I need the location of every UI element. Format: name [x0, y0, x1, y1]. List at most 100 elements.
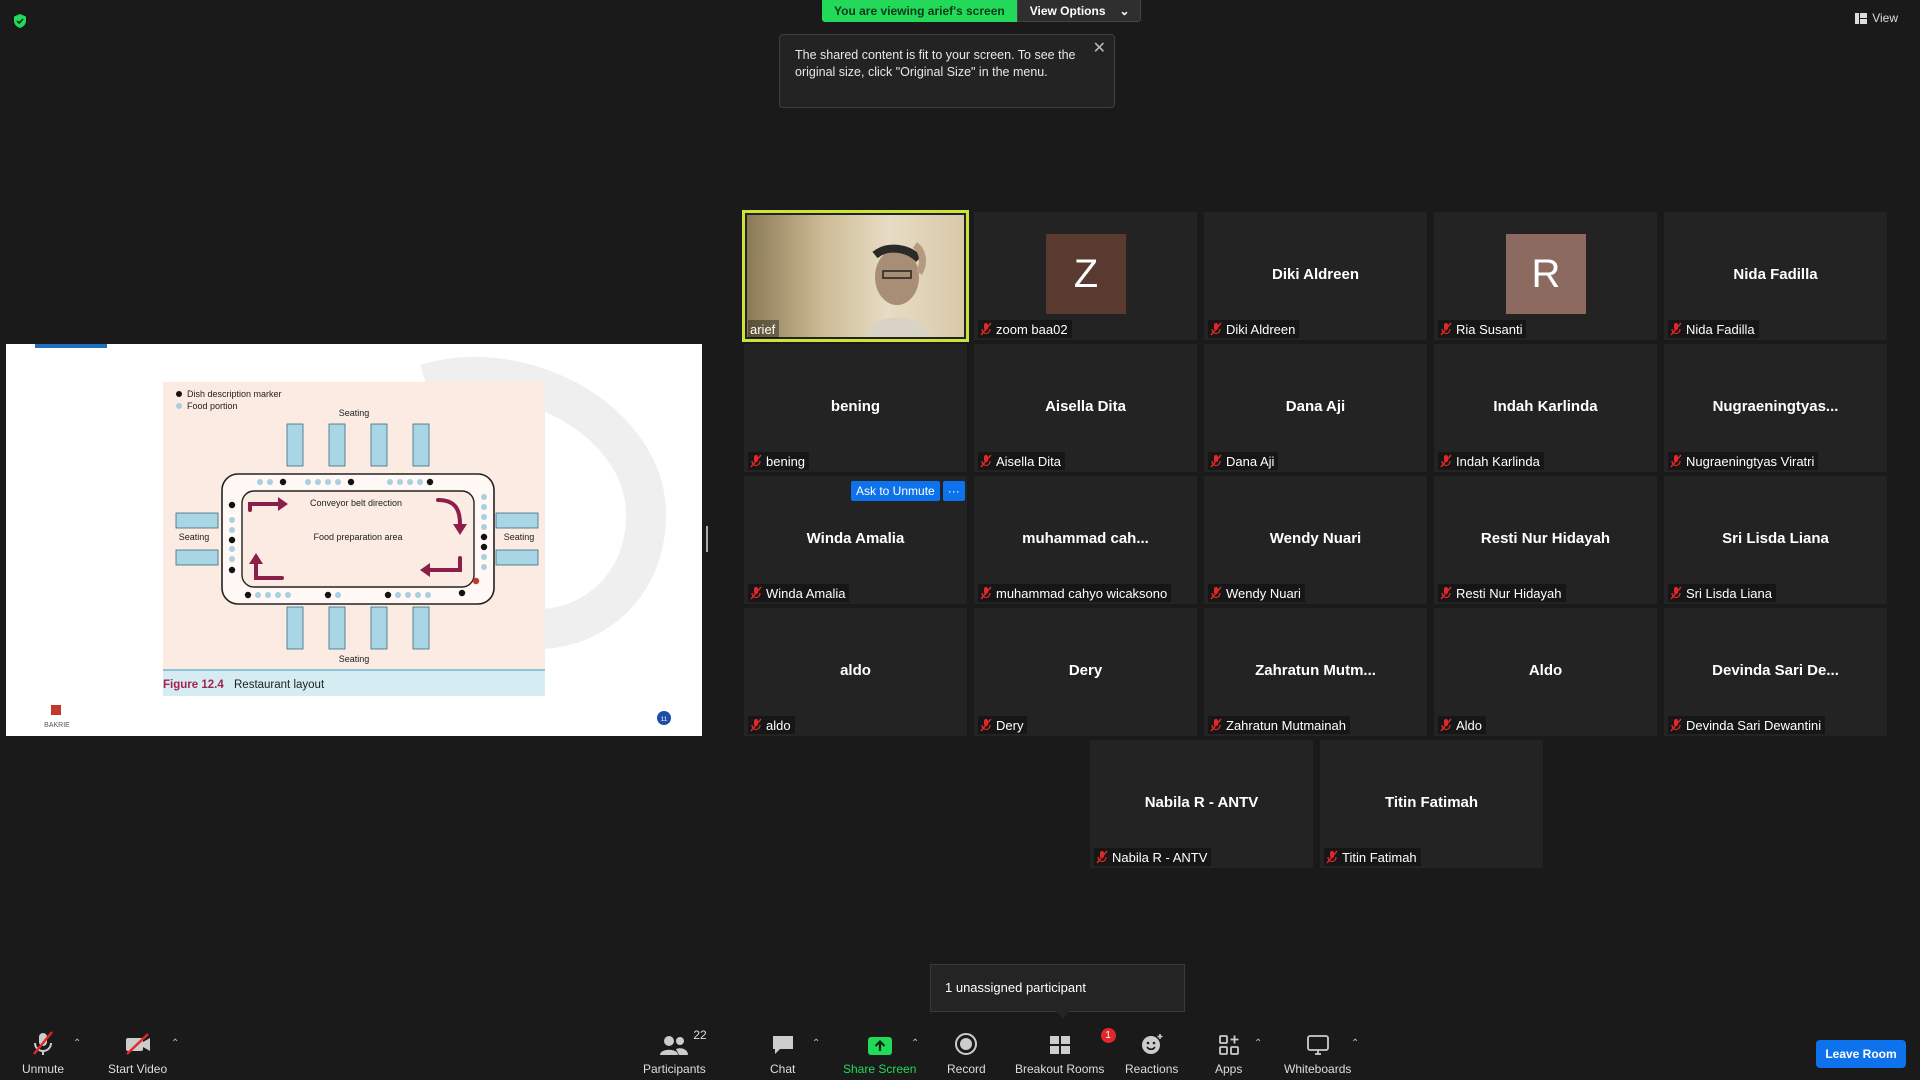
ask-to-unmute-button[interactable]: Ask to Unmute: [851, 481, 940, 501]
ask-unmute-group: Ask to Unmute ···: [851, 481, 965, 501]
participant-name: aldo: [766, 717, 791, 733]
participant-name: Dery: [996, 717, 1024, 733]
reactions-button[interactable]: Reactions: [1125, 1028, 1178, 1076]
participant-name: zoom baa02: [996, 321, 1068, 337]
participant-name: Wendy Nuari: [1226, 585, 1301, 601]
whiteboards-label: Whiteboards: [1284, 1062, 1352, 1076]
participant-name-tag: Zahratun Mutmainah: [1208, 716, 1350, 734]
start-video-label: Start Video: [108, 1062, 168, 1076]
participant-name-tag: arief: [748, 320, 780, 338]
participant-name-tag: Sri Lisda Liana: [1668, 584, 1776, 602]
whiteboards-options-caret[interactable]: ⌃: [1351, 1038, 1359, 1049]
microphone-muted-icon: [1210, 586, 1222, 600]
breakout-rooms-button[interactable]: 1 Breakout Rooms: [1015, 1028, 1116, 1076]
audio-options-caret[interactable]: ⌃: [73, 1038, 81, 1049]
participant-tile[interactable]: bening bening: [744, 344, 967, 472]
chat-options-caret[interactable]: ⌃: [812, 1038, 820, 1049]
participant-name: Aisella Dita: [996, 453, 1062, 469]
participant-tile[interactable]: muhammad cah... muhammad cahyo wicaksono: [974, 476, 1197, 604]
record-label: Record: [947, 1062, 986, 1076]
participant-display-name: Zahratun Mutm...: [1255, 662, 1376, 679]
apps-options-caret[interactable]: ⌃: [1254, 1038, 1262, 1049]
participant-name: Nida Fadilla: [1686, 321, 1755, 337]
whiteboard-icon: [1306, 1035, 1329, 1055]
grid-view-icon: [1855, 12, 1868, 24]
participant-tile[interactable]: Sri Lisda Liana Sri Lisda Liana: [1664, 476, 1887, 604]
participant-tile[interactable]: R Ria Susanti: [1434, 212, 1657, 340]
figure-title: Restaurant layout: [234, 679, 325, 691]
microphone-muted-icon: [1326, 850, 1338, 864]
whiteboards-button[interactable]: Whiteboards: [1284, 1028, 1351, 1076]
breakout-rooms-label: Breakout Rooms: [1015, 1062, 1105, 1076]
participant-tile[interactable]: Devinda Sari De... Devinda Sari Dewantini: [1664, 608, 1887, 736]
unmute-button[interactable]: Unmute: [22, 1028, 64, 1076]
view-label: View: [1872, 11, 1898, 25]
participant-tile[interactable]: Zzoom baa02: [974, 212, 1197, 340]
video-off-icon: [125, 1033, 150, 1055]
popup-caret: [1056, 1011, 1070, 1019]
viewing-label: You are viewing arief's screen: [822, 0, 1017, 22]
view-options-button[interactable]: View Options ⌄: [1016, 0, 1141, 22]
chat-button[interactable]: Chat: [770, 1028, 795, 1076]
participant-name: Devinda Sari Dewantini: [1686, 717, 1822, 733]
participant-display-name: Resti Nur Hidayah: [1480, 530, 1611, 547]
encryption-shield-icon[interactable]: [12, 13, 28, 29]
participant-tile[interactable]: Nabila R - ANTV Nabila R - ANTV: [1090, 740, 1313, 868]
participant-tile[interactable]: Nugraeningtyas... Nugraeningtyas Viratri: [1664, 344, 1887, 472]
participant-name: Sri Lisda Liana: [1686, 585, 1772, 601]
prep-label: Food preparation area: [313, 532, 402, 542]
participant-name-tag: Resti Nur Hidayah: [1438, 584, 1566, 602]
microphone-muted-icon: [980, 718, 992, 732]
share-options-caret[interactable]: ⌃: [911, 1038, 919, 1049]
participant-tile[interactable]: Aldo Aldo: [1434, 608, 1657, 736]
participants-icon: [660, 1036, 689, 1055]
participant-tile[interactable]: aldo aldo: [744, 608, 967, 736]
participant-tile[interactable]: arief: [742, 210, 969, 342]
participant-tile[interactable]: Resti Nur Hidayah Resti Nur Hidayah: [1434, 476, 1657, 604]
participant-tile[interactable]: Zahratun Mutm... Zahratun Mutmainah: [1204, 608, 1427, 736]
page-number: 11: [661, 717, 668, 723]
participant-display-name: Sri Lisda Liana: [1722, 530, 1829, 547]
participant-tile[interactable]: Diki Aldreen Diki Aldreen: [1204, 212, 1427, 340]
more-options-button[interactable]: ···: [942, 481, 965, 501]
participant-tile[interactable]: Wendy Nuari Wendy Nuari: [1204, 476, 1427, 604]
microphone-muted-icon: [1670, 454, 1682, 468]
apps-button[interactable]: Apps: [1215, 1028, 1242, 1076]
resize-handle[interactable]: [706, 526, 708, 552]
participant-display-name: Nabila R - ANTV: [1144, 794, 1259, 811]
view-options-label: View Options: [1029, 3, 1106, 18]
leave-room-button[interactable]: Leave Room: [1816, 1040, 1906, 1068]
participant-name-tag: Nugraeningtyas Viratri: [1668, 452, 1819, 470]
tooltip-text: The shared content is fit to your screen…: [795, 48, 1076, 79]
microphone-muted-icon: [1440, 322, 1452, 336]
video-options-caret[interactable]: ⌃: [171, 1038, 179, 1049]
participant-display-name: Nida Fadilla: [1733, 266, 1818, 283]
share-screen-button[interactable]: Share Screen: [843, 1028, 916, 1076]
unmute-label: Unmute: [22, 1062, 65, 1076]
participant-tile[interactable]: Dana Aji Dana Aji: [1204, 344, 1427, 472]
participant-name: Diki Aldreen: [1226, 321, 1296, 337]
participant-tile[interactable]: Indah Karlinda Indah Karlinda: [1434, 344, 1657, 472]
participant-name-tag: Aisella Dita: [978, 452, 1066, 470]
seating-left: Seating: [179, 532, 210, 542]
view-button[interactable]: View: [1855, 11, 1898, 25]
participants-button[interactable]: 22 Participants: [643, 1028, 707, 1076]
participant-name-tag: bening: [748, 452, 810, 470]
participant-tile[interactable]: Dery Dery: [974, 608, 1197, 736]
participant-display-name: bening: [830, 398, 881, 415]
participant-display-name: Diki Aldreen: [1272, 266, 1359, 283]
shared-screen[interactable]: Dish description marker Food portion Sea…: [6, 344, 702, 736]
record-button[interactable]: Record: [947, 1028, 986, 1076]
participant-tile[interactable]: Nida Fadilla Nida Fadilla: [1664, 212, 1887, 340]
participant-tile[interactable]: Aisella Dita Aisella Dita: [974, 344, 1197, 472]
close-icon[interactable]: ✕: [1093, 40, 1106, 57]
microphone-muted-icon: [750, 454, 762, 468]
participant-name: Indah Karlinda: [1456, 453, 1540, 469]
participant-name-tag: Titin Fatimah: [1324, 848, 1421, 866]
unassigned-participant-popup[interactable]: 1 unassigned participant: [930, 964, 1185, 1019]
participants-label: Participants: [643, 1062, 706, 1076]
participant-tile[interactable]: Titin Fatimah Titin Fatimah: [1320, 740, 1543, 868]
participant-name-tag: muhammad cahyo wicaksono: [978, 584, 1172, 602]
participant-display-name: Wendy Nuari: [1269, 530, 1362, 547]
start-video-button[interactable]: Start Video: [108, 1028, 167, 1076]
